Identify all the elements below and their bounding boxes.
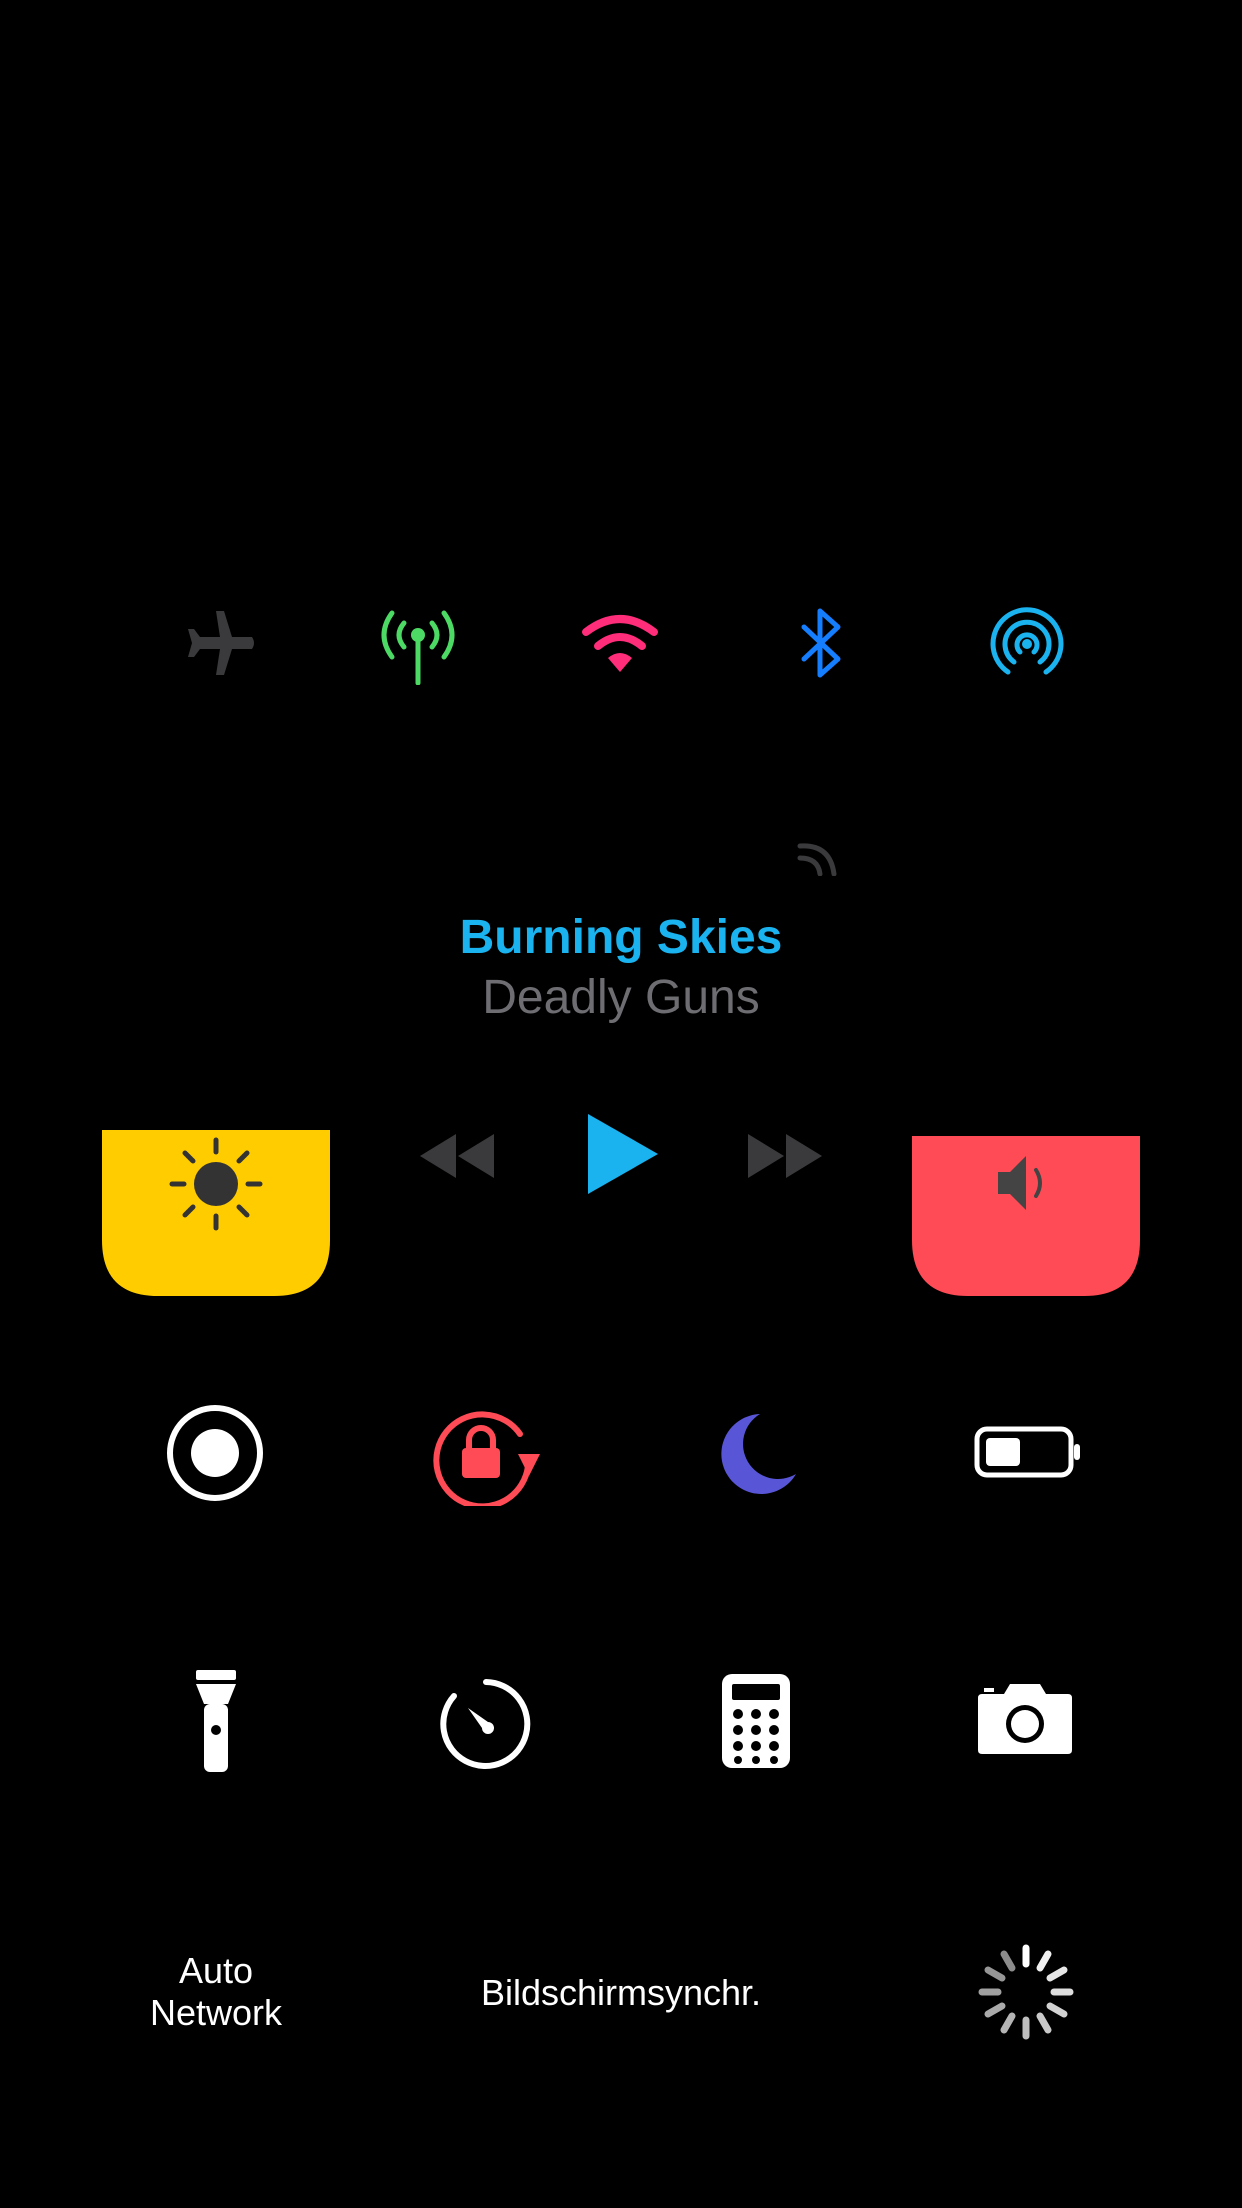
screen-mirroring-button[interactable]: Bildschirmsynchr. [400, 1972, 842, 2014]
cellular-data-toggle[interactable] [376, 605, 460, 685]
wifi-toggle[interactable] [580, 612, 660, 674]
rotation-lock-icon [433, 1411, 540, 1506]
moon-icon [721, 1414, 796, 1494]
auto-network-label-line2: Network [149, 1992, 283, 2033]
next-track-button[interactable] [746, 1130, 824, 1182]
timer-icon [440, 1679, 531, 1769]
do-not-disturb-button[interactable] [716, 1410, 800, 1494]
flashlight-button[interactable] [194, 1668, 238, 1774]
record-icon [167, 1405, 263, 1501]
screen-recording-button[interactable] [165, 1403, 265, 1503]
camera-button[interactable] [976, 1680, 1074, 1756]
antenna-icon [381, 610, 455, 685]
flashlight-icon [196, 1670, 236, 1772]
calculator-icon [722, 1674, 790, 1768]
camera-icon [978, 1684, 1072, 1754]
song-title: Burning Skies [459, 911, 783, 964]
wifi-icon [582, 615, 658, 672]
bluetooth-toggle[interactable] [798, 605, 848, 681]
airdrop-icon [990, 607, 1064, 675]
airplay-button[interactable] [796, 830, 842, 876]
screen-mirroring-label: Bildschirmsynchr. [480, 1972, 762, 2013]
song-artist: Deadly Guns [482, 971, 760, 1024]
timer-button[interactable] [438, 1676, 534, 1772]
airplane-mode-toggle[interactable] [180, 605, 256, 681]
brightness-slider[interactable] [102, 1130, 330, 1296]
previous-track-button[interactable] [418, 1130, 496, 1182]
auto-network-button[interactable]: Auto Network [104, 1950, 328, 2034]
battery-icon [974, 1426, 1080, 1478]
volume-slider[interactable] [912, 1136, 1140, 1296]
calculator-button[interactable] [720, 1672, 792, 1770]
auto-network-label-line1: Auto [178, 1950, 254, 1991]
rewind-icon [420, 1134, 494, 1178]
speaker-icon [996, 1152, 1058, 1214]
rotation-lock-button[interactable] [432, 1402, 542, 1506]
airdrop-toggle[interactable] [988, 604, 1066, 682]
play-button[interactable] [584, 1112, 660, 1196]
airplane-icon [188, 611, 254, 675]
fast-forward-icon [748, 1134, 822, 1178]
play-icon [588, 1114, 658, 1194]
sun-icon [166, 1134, 266, 1234]
loading-spinner-icon [976, 1942, 1076, 2042]
low-power-mode-button[interactable] [974, 1426, 1082, 1478]
bluetooth-icon [801, 608, 841, 678]
airplay-icon [797, 843, 837, 876]
